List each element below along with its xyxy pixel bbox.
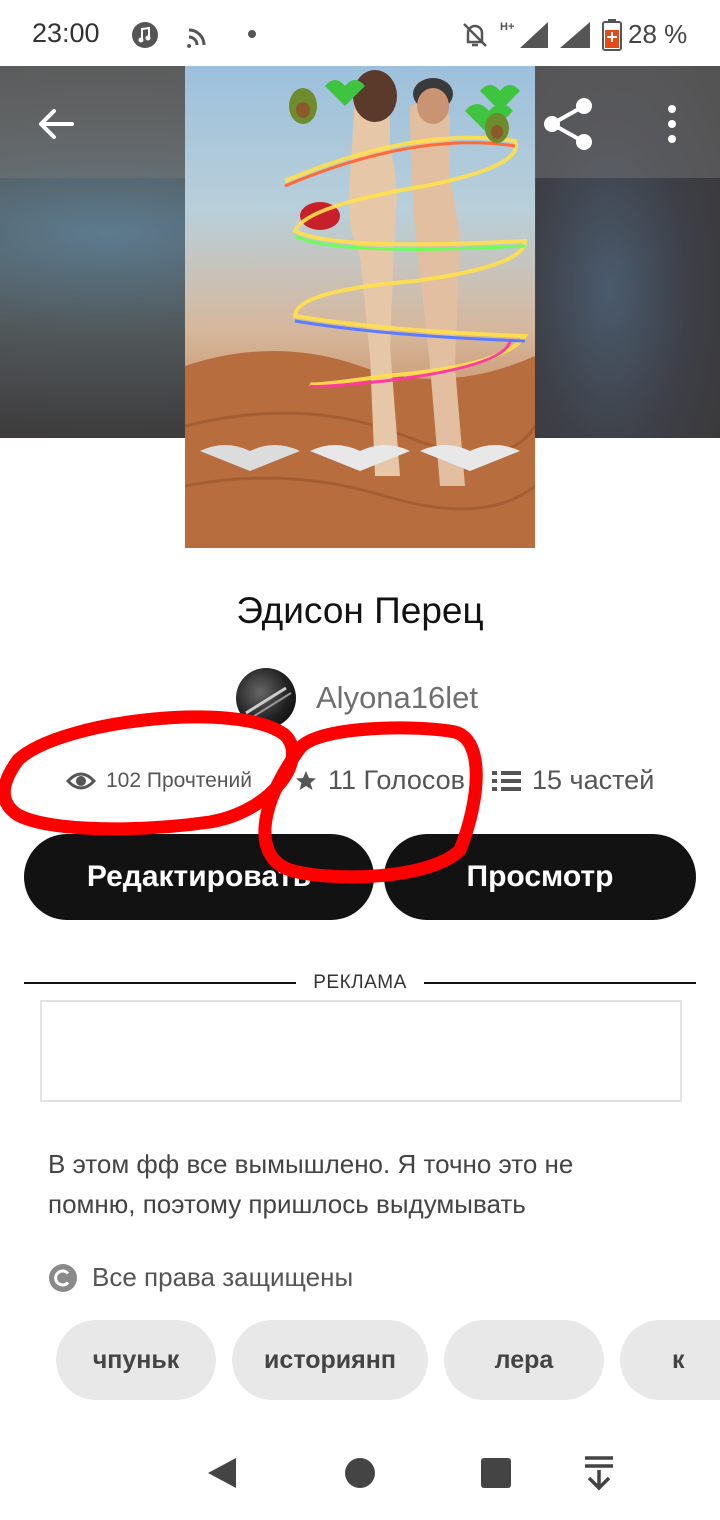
status-bar: 23:00 H+ 28 % (0, 0, 720, 66)
expand-notifications-icon[interactable] (582, 1454, 616, 1492)
author-avatar[interactable] (236, 668, 296, 728)
cast-icon (187, 28, 206, 48)
battery-icon (602, 19, 622, 51)
story-description: В этом фф все вымышлено. Я точно это не … (48, 1149, 574, 1219)
cover-illustration (185, 70, 535, 548)
ad-label: РЕКЛАМА (313, 972, 407, 993)
view-button[interactable]: Просмотр (384, 834, 696, 920)
eye-icon (66, 772, 96, 790)
signal-icon (560, 22, 590, 48)
system-nav-bar (0, 1430, 720, 1520)
signal-icon: H+ (500, 21, 548, 48)
votes-count: 11 Голосов (294, 765, 465, 796)
author-name[interactable]: Alyona16let (316, 680, 478, 716)
edit-button[interactable]: Редактировать (24, 834, 374, 920)
copyright-label: Все права защищены (92, 1262, 354, 1292)
list-icon (492, 770, 521, 791)
star-icon (296, 770, 316, 790)
dot-icon (248, 30, 256, 38)
tag-chip[interactable]: к (620, 1320, 720, 1400)
status-time: 23:00 (32, 18, 100, 48)
share-icon[interactable] (540, 96, 596, 152)
parts-count: 15 частей (492, 765, 654, 796)
votes-label: 11 Голосов (328, 765, 466, 795)
bell-off-icon (463, 23, 487, 47)
home-nav-icon[interactable] (344, 1457, 376, 1489)
story-title: Эдисон Перец (236, 590, 484, 631)
reads-label: 102 Прочтений (106, 769, 252, 792)
ad-banner[interactable] (40, 1000, 682, 1102)
music-icon (132, 22, 158, 48)
back-nav-icon[interactable] (206, 1456, 238, 1490)
story-cover-image[interactable] (185, 66, 535, 548)
svg-text:H+: H+ (500, 21, 514, 33)
copyright-row: Все права защищены (48, 1262, 353, 1293)
reads-count: 102 Прочтений (66, 769, 252, 793)
parts-label: 15 частей (532, 765, 655, 795)
tag-chip[interactable]: чпуньк (56, 1320, 216, 1400)
arrow-left-icon[interactable] (34, 102, 78, 146)
tag-chip[interactable]: историянп (232, 1320, 428, 1400)
copyright-icon (49, 1263, 77, 1292)
more-vertical-icon[interactable] (660, 102, 684, 146)
battery-percent: 28 % (628, 19, 688, 49)
recents-nav-icon[interactable] (480, 1457, 512, 1489)
avatar-image (245, 686, 292, 719)
tag-chip[interactable]: лера (444, 1320, 604, 1400)
